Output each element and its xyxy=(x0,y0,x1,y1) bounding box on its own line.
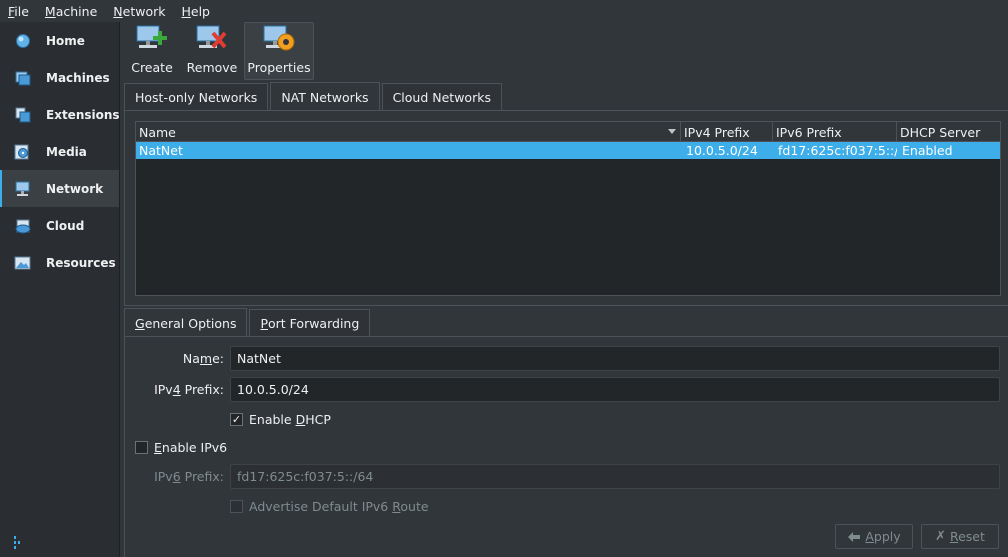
remove-button[interactable]: Remove xyxy=(184,22,240,80)
cloud-icon xyxy=(14,218,32,234)
tab-general-options[interactable]: General Options xyxy=(124,308,248,337)
toolbar: Create Remove Properties xyxy=(124,22,314,82)
sidebar-item-media[interactable]: Media xyxy=(0,133,119,170)
general-options-panel: Name: NatNet IPv4 Prefix: 10.0.5.0/24 ✓ … xyxy=(124,336,1008,557)
ipv4-prefix-field[interactable]: 10.0.5.0/24 xyxy=(230,377,1000,402)
network-icon xyxy=(14,181,32,197)
checkbox-empty xyxy=(230,500,243,513)
reset-x-icon: ✗ xyxy=(935,529,946,544)
column-header-name[interactable]: Name xyxy=(136,122,681,142)
sidebar-item-home[interactable]: Home xyxy=(0,22,119,59)
remove-network-icon xyxy=(196,25,227,49)
create-network-icon xyxy=(136,25,167,48)
sidebar-item-resources[interactable]: Resources xyxy=(0,244,119,281)
sort-descending-icon xyxy=(668,129,676,134)
menu-help[interactable]: Help xyxy=(181,4,210,19)
cell-ipv4-prefix: 10.0.5.0/24 xyxy=(686,143,758,158)
tab-port-forwarding[interactable]: Port Forwarding xyxy=(249,309,371,336)
column-header-ipv6-prefix[interactable]: IPv6 Prefix xyxy=(773,122,897,142)
checkmark-icon: ✓ xyxy=(230,413,243,426)
machines-icon xyxy=(14,70,32,86)
menu-machine[interactable]: Machine xyxy=(45,4,97,19)
enable-ipv6-label: Enable IPv6 xyxy=(154,440,228,455)
cell-ipv6-prefix: fd17:625c:f037:5::/64 xyxy=(778,143,897,158)
nat-networks-panel: Name IPv4 Prefix IPv6 Prefix DHCP Server… xyxy=(124,110,1008,306)
sidebar-item-machines[interactable]: Machines xyxy=(0,59,119,96)
tab-cloud-networks[interactable]: Cloud Networks xyxy=(381,83,502,110)
network-type-tabs: Host-only Networks NAT Networks Cloud Ne… xyxy=(124,82,504,111)
tab-host-only-networks[interactable]: Host-only Networks xyxy=(124,83,269,110)
home-icon xyxy=(14,33,32,49)
column-header-dhcp-server[interactable]: DHCP Server xyxy=(897,122,1000,142)
properties-button[interactable]: Properties xyxy=(244,22,314,80)
properties-gear-icon xyxy=(263,25,295,51)
cell-name: NatNet xyxy=(139,143,183,158)
sidebar-item-cloud[interactable]: Cloud xyxy=(0,207,119,244)
tab-nat-networks[interactable]: NAT Networks xyxy=(270,82,380,111)
ipv4-prefix-label: IPv4 Prefix: xyxy=(154,382,224,397)
nat-networks-table[interactable]: Name IPv4 Prefix IPv6 Prefix DHCP Server… xyxy=(135,121,1001,296)
ipv6-prefix-label: IPv6 Prefix: xyxy=(154,469,224,484)
menu-file[interactable]: File xyxy=(8,4,29,19)
name-field[interactable]: NatNet xyxy=(230,346,1000,371)
apply-arrow-icon xyxy=(848,531,861,542)
enable-ipv6-checkbox[interactable]: Enable IPv6 xyxy=(135,440,227,455)
media-icon xyxy=(14,144,32,160)
sidebar-item-network[interactable]: Network xyxy=(0,170,119,207)
enable-dhcp-checkbox[interactable]: ✓ Enable DHCP xyxy=(230,412,331,427)
column-header-ipv4-prefix[interactable]: IPv4 Prefix xyxy=(681,122,773,142)
tools-menu-icon[interactable] xyxy=(12,535,24,551)
table-row[interactable]: NatNet 10.0.5.0/24 fd17:625c:f037:5::/64… xyxy=(136,142,1000,159)
ipv6-prefix-field: fd17:625c:f037:5::/64 xyxy=(230,464,1000,489)
resources-icon xyxy=(14,255,32,271)
name-label: Name: xyxy=(182,351,224,366)
advertise-ipv6-route-checkbox: Advertise Default IPv6 Route xyxy=(230,499,429,514)
apply-button: Apply xyxy=(835,524,913,549)
create-button[interactable]: Create xyxy=(124,22,180,80)
extensions-icon xyxy=(14,107,32,123)
enable-dhcp-label: Enable DHCP xyxy=(249,412,331,427)
advertise-ipv6-route-label: Advertise Default IPv6 Route xyxy=(249,499,429,514)
menu-network[interactable]: Network xyxy=(113,4,165,19)
reset-button: ✗ Reset xyxy=(921,524,999,549)
menubar: File Machine Network Help xyxy=(0,0,1008,22)
sidebar: Home Machines Extensions Media Network C… xyxy=(0,22,120,557)
table-header: Name IPv4 Prefix IPv6 Prefix DHCP Server xyxy=(136,122,1000,142)
sidebar-item-extensions[interactable]: Extensions xyxy=(0,96,120,133)
checkbox-empty xyxy=(135,441,148,454)
network-options-tabs: General Options Port Forwarding xyxy=(124,308,372,337)
cell-dhcp-server: Enabled xyxy=(902,143,953,158)
